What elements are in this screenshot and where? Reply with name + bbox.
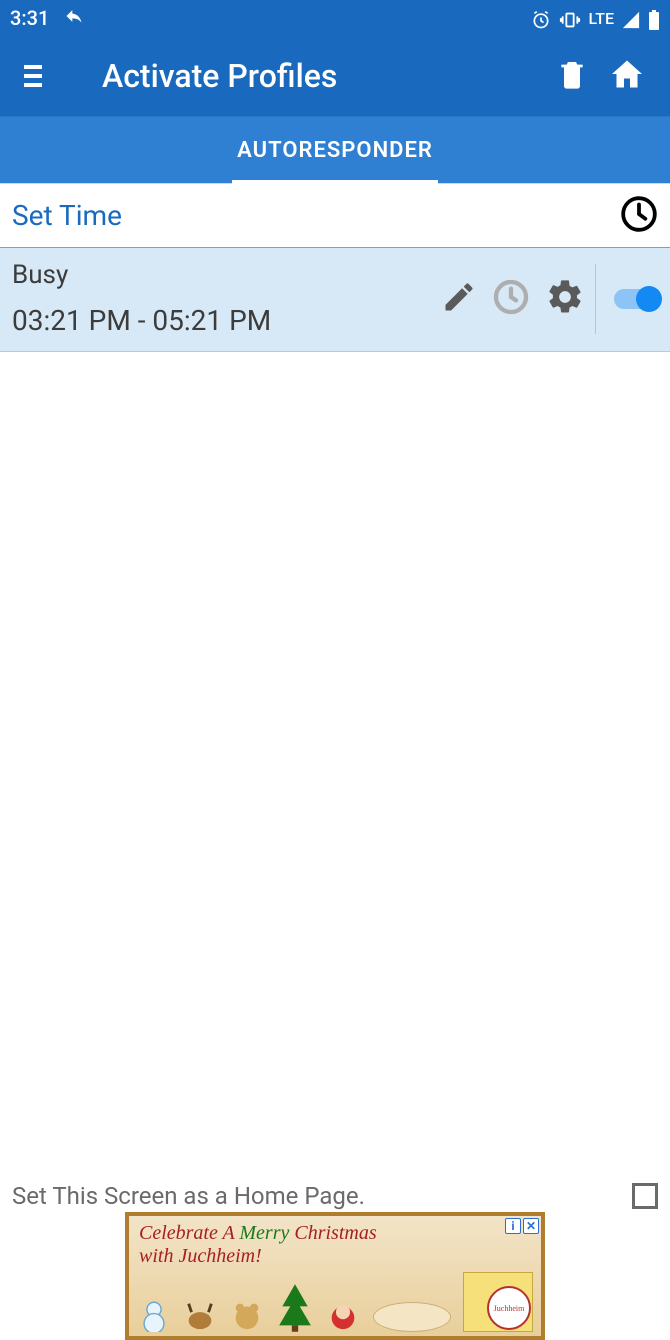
santa-icon xyxy=(326,1298,360,1332)
page-title: Activate Profiles xyxy=(102,57,536,95)
clock-icon[interactable] xyxy=(620,195,658,237)
schedule-button[interactable] xyxy=(491,277,531,321)
home-page-checkbox[interactable] xyxy=(632,1183,658,1209)
vibrate-icon xyxy=(559,6,581,30)
tab-indicator xyxy=(232,180,438,184)
home-button[interactable] xyxy=(608,56,646,96)
edit-button[interactable] xyxy=(441,279,477,319)
battery-icon xyxy=(648,6,660,30)
delete-button[interactable] xyxy=(556,56,588,96)
status-time: 3:31 xyxy=(10,6,49,30)
set-time-label: Set Time xyxy=(12,199,122,232)
cake-icon xyxy=(373,1302,451,1332)
snowman-icon xyxy=(137,1298,171,1332)
settings-button[interactable] xyxy=(545,277,585,321)
home-page-label: Set This Screen as a Home Page. xyxy=(12,1182,365,1210)
tree-icon xyxy=(276,1284,314,1332)
tab-bar: AUTORESPONDER xyxy=(0,116,670,184)
set-time-row[interactable]: Set Time xyxy=(0,184,670,248)
ad-brand-badge: Juchheim xyxy=(487,1286,531,1330)
ad-info-icon[interactable]: i xyxy=(505,1218,521,1234)
signal-icon xyxy=(622,6,640,30)
status-bar: 3:31 LTE xyxy=(0,0,670,36)
ad-headline-2: with Juchheim! xyxy=(139,1245,262,1268)
ad-decoration xyxy=(137,1272,533,1332)
network-label: LTE xyxy=(589,9,614,28)
app-bar: Activate Profiles xyxy=(0,36,670,116)
tab-label: AUTORESPONDER xyxy=(237,138,433,163)
profile-toggle[interactable] xyxy=(614,289,658,309)
tab-autoresponder[interactable]: AUTORESPONDER xyxy=(237,117,433,183)
menu-button[interactable] xyxy=(24,65,52,87)
profile-name: Busy xyxy=(12,260,441,290)
bear-icon xyxy=(230,1298,264,1332)
reindeer-icon xyxy=(183,1298,217,1332)
ad-close-icon[interactable]: ✕ xyxy=(523,1218,539,1234)
profile-time-range: 03:21 PM - 05:21 PM xyxy=(12,304,441,337)
alarm-icon xyxy=(531,6,551,30)
ad-banner[interactable]: i ✕ Celebrate A Merry Christmas with Juc… xyxy=(0,1212,670,1340)
profile-row: Busy 03:21 PM - 05:21 PM xyxy=(0,248,670,352)
home-page-setting: Set This Screen as a Home Page. xyxy=(0,1182,670,1210)
reply-icon xyxy=(63,6,85,31)
ad-headline-1: Celebrate A Merry Christmas xyxy=(139,1222,377,1245)
